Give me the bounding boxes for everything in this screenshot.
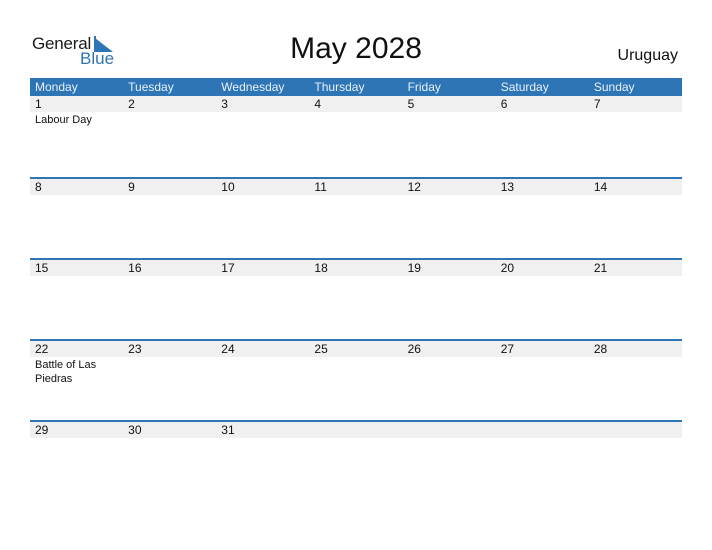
day-number: 15 [35, 261, 49, 275]
weekday-header: Monday Tuesday Wednesday Thursday Friday… [30, 78, 682, 96]
day-number: 10 [221, 180, 235, 194]
day-event [589, 357, 682, 386]
day-event [589, 112, 682, 127]
day-event [496, 195, 589, 196]
day-event: Battle of Las Piedras [35, 359, 97, 385]
country-label: Uruguay [617, 47, 678, 64]
day-event [403, 276, 496, 277]
day-number: 20 [500, 261, 515, 275]
weeks-container: 1 2 3 4 5 6 7 Labour Day 8 9 10 11 12 13 14 15 16 17 18 19 2… [30, 96, 682, 501]
day-number: 12 [407, 180, 421, 194]
day-event [589, 195, 682, 196]
day-number: 18 [314, 261, 328, 275]
day-event [123, 276, 216, 277]
day-event [216, 276, 309, 277]
event-row: Labour Day [30, 112, 682, 127]
day-number: 5 [407, 97, 415, 111]
day-number [403, 422, 496, 438]
day-event [123, 357, 216, 386]
day-number: 9 [128, 180, 135, 194]
day-event [496, 357, 589, 386]
day-event [216, 357, 309, 386]
day-number: 26 [407, 342, 421, 356]
day-number: 28 [593, 342, 608, 356]
day-event [403, 195, 496, 196]
day-number: 24 [221, 342, 235, 356]
week-row: 22 23 24 25 26 27 28 Battle of Las Piedras [30, 339, 682, 420]
weekday-friday: Friday [407, 80, 441, 94]
day-number-row: 15 16 17 18 19 20 21 [30, 260, 682, 276]
day-event [216, 195, 309, 196]
day-number: 27 [500, 342, 515, 356]
day-event [496, 112, 589, 127]
day-number: 7 [593, 97, 601, 111]
weekday-monday: Monday [35, 80, 78, 94]
day-number-row: 29 30 31 [30, 422, 682, 438]
day-event [496, 438, 589, 439]
day-number: 21 [593, 261, 608, 275]
day-number: 1 [35, 97, 42, 111]
day-event [589, 276, 682, 277]
weekday-thursday: Thursday [314, 80, 365, 94]
day-number [589, 422, 682, 438]
day-number: 8 [35, 180, 42, 194]
day-number: 29 [35, 423, 49, 437]
event-row [30, 438, 682, 439]
day-event [403, 357, 496, 386]
day-number: 31 [221, 423, 235, 437]
day-event [123, 438, 216, 439]
page-title: May 2028 [290, 32, 422, 65]
event-row [30, 195, 682, 196]
day-number [496, 422, 589, 438]
event-row: Battle of Las Piedras [30, 357, 682, 386]
day-event [216, 112, 309, 127]
day-event [123, 112, 216, 127]
day-number: 11 [314, 180, 327, 194]
day-number: 16 [128, 261, 142, 275]
day-event [589, 438, 682, 439]
day-number: 25 [314, 342, 328, 356]
day-event [216, 438, 309, 439]
day-event [309, 357, 402, 386]
day-event [309, 112, 402, 127]
day-event [403, 438, 496, 439]
weekday-saturday: Saturday [500, 80, 549, 94]
day-number [309, 422, 402, 438]
day-number: 13 [500, 180, 515, 194]
day-event [496, 276, 589, 277]
day-number: 17 [221, 261, 235, 275]
day-number-row: 22 23 24 25 26 27 28 [30, 341, 682, 357]
day-event [309, 195, 402, 196]
day-event [309, 438, 402, 439]
day-number: 3 [221, 97, 228, 111]
weekday-tuesday: Tuesday [128, 80, 174, 94]
day-number: 6 [500, 97, 508, 111]
calendar-grid: Monday Tuesday Wednesday Thursday Friday… [30, 78, 682, 501]
week-row: 1 2 3 4 5 6 7 Labour Day [30, 96, 682, 177]
day-number-row: 8 9 10 11 12 13 14 [30, 179, 682, 195]
day-event [309, 276, 402, 277]
day-number-row: 1 2 3 4 5 6 7 [30, 96, 682, 112]
day-event [30, 438, 123, 439]
day-event [403, 112, 496, 127]
day-number: 19 [407, 261, 421, 275]
day-event: Labour Day [35, 114, 92, 126]
day-number: 23 [128, 342, 142, 356]
day-event [30, 195, 123, 196]
day-event [30, 276, 123, 277]
day-number: 30 [128, 423, 142, 437]
day-number: 22 [35, 342, 49, 356]
week-row: 29 30 31 [30, 420, 682, 501]
week-row: 8 9 10 11 12 13 14 [30, 177, 682, 258]
week-row: 15 16 17 18 19 20 21 [30, 258, 682, 339]
day-number: 14 [593, 180, 608, 194]
weekday-sunday: Sunday [593, 80, 635, 94]
day-event [123, 195, 216, 196]
weekday-wednesday: Wednesday [221, 80, 285, 94]
day-number: 4 [314, 97, 322, 111]
day-number: 2 [128, 97, 135, 111]
event-row [30, 276, 682, 277]
